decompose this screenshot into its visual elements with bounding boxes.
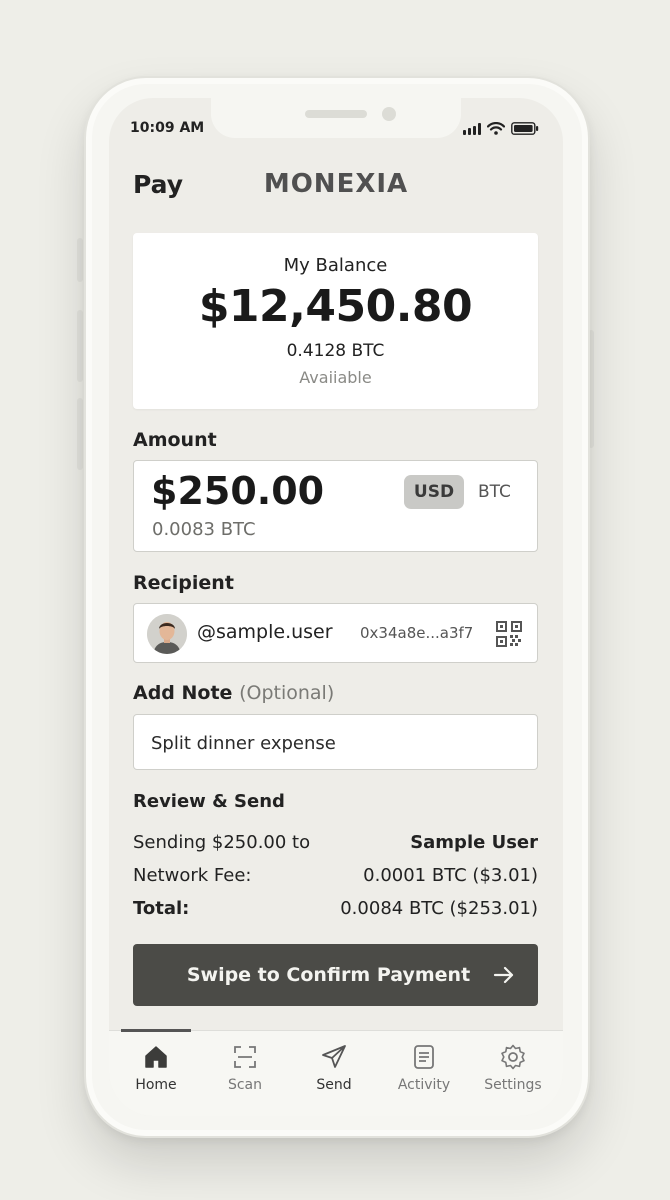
- speaker: [305, 110, 367, 118]
- note-optional-label: (Optional): [239, 682, 335, 704]
- avatar: [147, 614, 187, 654]
- stage: 10:09 AM Pay MONEXIA My Balance $12,450.…: [0, 0, 670, 1200]
- qr-code-icon[interactable]: [496, 621, 522, 647]
- recipient-address: 0x34a8e...a3f7: [360, 624, 474, 642]
- tab-scan-label: Scan: [227, 1077, 263, 1093]
- mute-switch: [77, 238, 83, 282]
- battery-icon: [511, 122, 539, 135]
- review-fee-value: 0.0001 BTC ($3.01): [363, 865, 538, 886]
- volume-down-button: [77, 398, 83, 470]
- review-recipient-name: Sample User: [410, 832, 538, 853]
- currency-usd-button[interactable]: USD: [404, 475, 464, 509]
- currency-btc-button[interactable]: BTC: [478, 475, 511, 509]
- balance-btc: 0.4128 BTC: [286, 341, 385, 361]
- settings-icon: [501, 1044, 525, 1070]
- tab-settings-label: Settings: [484, 1077, 542, 1093]
- send-icon: [322, 1045, 346, 1068]
- review-total-label: Total:: [133, 898, 190, 919]
- status-time: 10:09 AM: [130, 120, 205, 136]
- review-fee-row: Network Fee: 0.0001 BTC ($3.01): [133, 865, 538, 886]
- review-sending-label: Sending $250.00 to: [133, 832, 311, 853]
- tab-send[interactable]: Send: [294, 1043, 374, 1093]
- arrow-right-icon: [493, 966, 514, 984]
- recipient-field[interactable]: @sample.user 0x34a8e...a3f7: [133, 603, 538, 663]
- confirm-label: Swipe to Confirm Payment: [186, 964, 471, 986]
- balance-amount: $12,450.80: [198, 281, 473, 332]
- scan-icon: [234, 1046, 256, 1068]
- wifi-icon: [487, 122, 505, 135]
- tab-send-label: Send: [316, 1077, 352, 1093]
- note-label: Add Note (Optional): [133, 682, 334, 704]
- review-total-row: Total: 0.0084 BTC ($253.01): [133, 898, 538, 919]
- amount-input[interactable]: $250.00 0.0083 BTC USD BTC: [133, 460, 538, 552]
- notch: [211, 98, 461, 138]
- phone-screen: 10:09 AM Pay MONEXIA My Balance $12,450.…: [109, 98, 563, 1116]
- review-fee-label: Network Fee:: [133, 865, 252, 886]
- volume-up-button: [77, 310, 83, 382]
- status-icons: [463, 122, 539, 135]
- tab-home[interactable]: Home: [116, 1043, 196, 1093]
- tab-scan[interactable]: Scan: [205, 1043, 285, 1093]
- tab-settings[interactable]: Settings: [473, 1043, 553, 1093]
- review-total-value: 0.0084 BTC ($253.01): [340, 898, 538, 919]
- home-icon: [145, 1046, 167, 1068]
- amount-btc-equivalent: 0.0083 BTC: [152, 519, 256, 540]
- note-field[interactable]: [133, 714, 538, 770]
- recipient-username: @sample.user: [197, 621, 333, 643]
- cellular-signal-icon: [463, 122, 481, 135]
- active-tab-indicator: [121, 1029, 191, 1032]
- tab-activity-label: Activity: [397, 1077, 451, 1093]
- review-sending-row: Sending $250.00 to Sample User: [133, 832, 538, 853]
- brand-logo: MONEXIA: [263, 169, 409, 199]
- activity-icon: [414, 1045, 434, 1069]
- balance-available-label: Avaiiable: [299, 368, 372, 387]
- note-input[interactable]: [151, 729, 521, 757]
- recipient-label: Recipient: [133, 572, 234, 594]
- swipe-confirm-button[interactable]: Swipe to Confirm Payment: [133, 944, 538, 1006]
- balance-card: My Balance $12,450.80 0.4128 BTC Avaiiab…: [133, 233, 538, 409]
- balance-label: My Balance: [283, 255, 388, 276]
- note-label-text: Add Note: [133, 682, 233, 704]
- tab-bar: Home Scan Send Activity Settings: [109, 1029, 563, 1116]
- amount-value[interactable]: $250.00: [151, 469, 324, 513]
- front-camera: [382, 107, 396, 121]
- review-title: Review & Send: [133, 791, 285, 812]
- tab-home-label: Home: [135, 1077, 177, 1093]
- amount-label: Amount: [133, 429, 217, 451]
- tab-activity[interactable]: Activity: [384, 1043, 464, 1093]
